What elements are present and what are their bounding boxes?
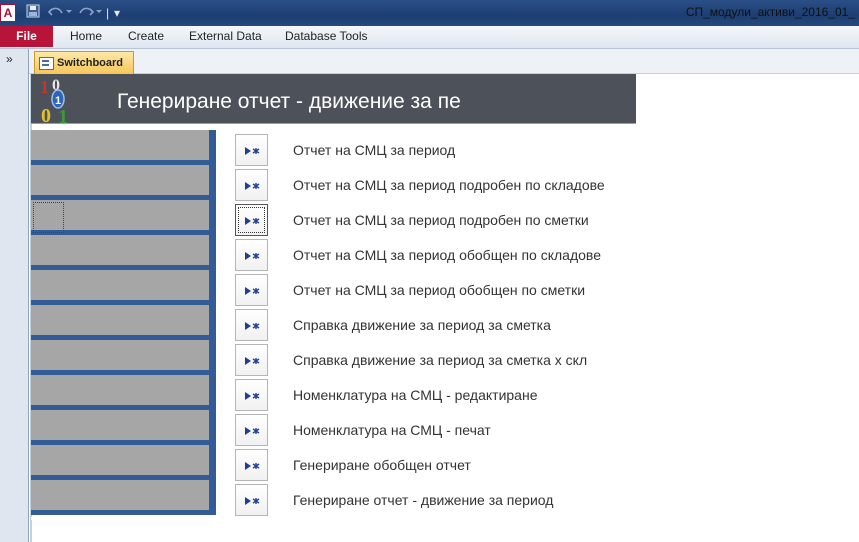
switchboard-item-button[interactable] — [235, 484, 268, 516]
switchboard-item-label[interactable]: Отчет на СМЦ за период — [293, 141, 455, 159]
tab-create[interactable]: Create — [128, 26, 164, 47]
run-arrow-icon — [245, 427, 260, 435]
document-tab-label: Switchboard — [57, 57, 124, 69]
window-title: СП_модули_активи_2016_01_ — [685, 5, 855, 19]
svg-text:1: 1 — [40, 77, 49, 97]
run-arrow-icon — [245, 217, 260, 225]
switchboard-item-button[interactable] — [235, 239, 268, 271]
run-arrow-icon — [245, 322, 260, 330]
switchboard-item-label[interactable]: Генериране обобщен отчет — [293, 456, 471, 474]
switchboard-item-button[interactable] — [235, 449, 268, 481]
binary-digits-logo: 1 0 1 0 1 — [38, 76, 78, 128]
run-arrow-icon — [245, 147, 260, 155]
run-arrow-icon — [245, 462, 260, 470]
file-tab[interactable]: File — [0, 26, 53, 47]
run-arrow-icon — [245, 357, 260, 365]
decor-strip — [31, 235, 209, 265]
document-tab-strip — [29, 49, 859, 74]
switchboard-item-button[interactable] — [235, 379, 268, 411]
decor-strip — [31, 445, 209, 475]
decor-strip — [31, 165, 209, 195]
switchboard-item-label[interactable]: Отчет на СМЦ за период подробен по склад… — [293, 176, 605, 194]
switchboard-item-button[interactable] — [235, 309, 268, 341]
switchboard-item-button[interactable] — [235, 414, 268, 446]
run-arrow-icon — [245, 182, 260, 190]
switchboard-item-button[interactable] — [235, 169, 268, 201]
decor-strip — [31, 270, 209, 300]
switchboard-item-label[interactable]: Номенклатура на СМЦ - печат — [293, 421, 491, 439]
switchboard-item-button[interactable] — [235, 344, 268, 376]
svg-text:0: 0 — [41, 105, 51, 126]
tab-external-data[interactable]: External Data — [189, 26, 262, 47]
redo-icon[interactable] — [78, 4, 95, 22]
run-arrow-icon — [245, 287, 260, 295]
switchboard-item-label[interactable]: Отчет на СМЦ за период обобщен по складо… — [293, 246, 601, 264]
decor-strip — [31, 130, 209, 160]
tab-home[interactable]: Home — [70, 26, 102, 47]
switchboard-item-label[interactable]: Отчет на СМЦ за период обобщен по сметки — [293, 281, 585, 299]
undo-dropdown-icon[interactable] — [66, 4, 72, 22]
switchboard-item-label[interactable]: Отчет на СМЦ за период подробен по сметк… — [293, 211, 589, 229]
tab-switchboard[interactable]: Switchboard — [34, 51, 134, 74]
undo-icon[interactable] — [47, 4, 64, 22]
qat-separator: | — [106, 6, 110, 20]
switchboard-item-label[interactable]: Справка движение за период за сметка х с… — [293, 351, 587, 369]
focus-indicator — [33, 202, 64, 233]
decor-strip — [31, 305, 209, 335]
decor-strip — [31, 375, 209, 405]
nav-pane-toggle[interactable]: » — [6, 52, 13, 66]
form-title: Генериране отчет - движение за пе — [117, 90, 461, 113]
form-icon — [39, 57, 54, 70]
redo-dropdown-icon[interactable] — [96, 4, 102, 22]
run-arrow-icon — [245, 252, 260, 260]
access-app-icon[interactable]: A — [0, 4, 16, 22]
run-arrow-icon — [245, 497, 260, 505]
customize-qat-icon[interactable]: ▾ — [114, 4, 120, 22]
strip-tick — [31, 517, 37, 520]
decor-strip — [31, 340, 209, 370]
svg-text:1: 1 — [58, 106, 68, 126]
switchboard-item-label[interactable]: Номенклатура на СМЦ - редактиране — [293, 386, 538, 404]
switchboard-item-label[interactable]: Справка движение за период за сметка — [293, 316, 551, 334]
decor-strip — [31, 410, 209, 440]
switchboard-item-button[interactable] — [235, 204, 268, 236]
switchboard-item-button[interactable] — [235, 134, 268, 166]
switchboard-item-label[interactable]: Генериране отчет - движение за период — [293, 491, 553, 509]
navigation-pane: » — [0, 49, 29, 542]
run-arrow-icon — [245, 392, 260, 400]
decor-strip — [31, 480, 209, 510]
tab-database-tools[interactable]: Database Tools — [285, 26, 368, 47]
switchboard-item-button[interactable] — [235, 274, 268, 306]
save-icon[interactable] — [26, 4, 40, 22]
